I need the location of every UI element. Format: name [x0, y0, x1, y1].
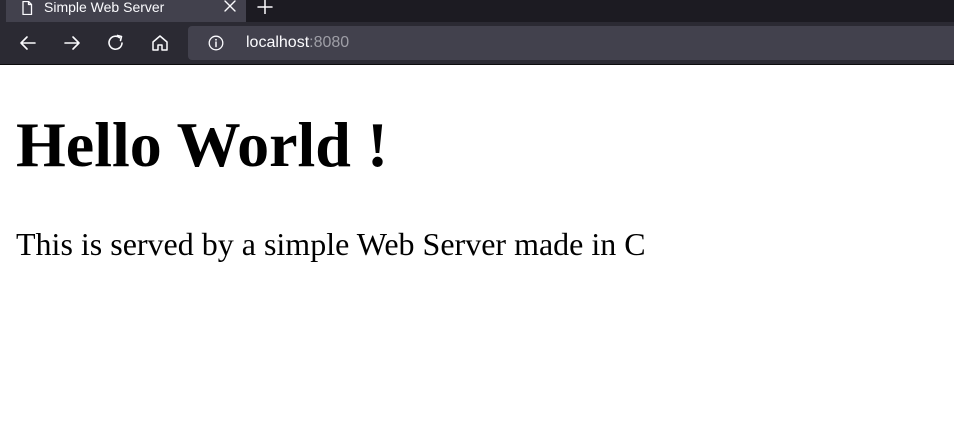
back-arrow-icon[interactable] — [17, 32, 39, 54]
plus-icon[interactable] — [257, 0, 273, 15]
tab-title: Simple Web Server — [44, 0, 165, 15]
tab-strip: Simple Web Server — [0, 0, 954, 22]
page-heading: Hello World ! — [16, 109, 389, 180]
info-icon[interactable] — [208, 35, 224, 51]
url-port: :8080 — [309, 34, 350, 51]
url-text[interactable]: localhost:8080 — [246, 26, 349, 60]
home-icon[interactable] — [149, 32, 171, 54]
url-host: localhost — [246, 34, 310, 51]
url-bar[interactable]: localhost:8080 — [188, 26, 954, 60]
navigation-toolbar: localhost:8080 — [0, 22, 954, 65]
document-icon — [20, 0, 34, 16]
reload-icon[interactable] — [105, 32, 127, 54]
page-paragraph: This is served by a simple Web Server ma… — [16, 226, 646, 262]
tab-simple-web-server[interactable]: Simple Web Server — [6, 0, 246, 22]
page-content: Hello World ! This is served by a simple… — [0, 65, 954, 421]
close-icon[interactable] — [223, 0, 237, 14]
browser-window: Simple Web Server localhost:8080 Hello W… — [0, 0, 954, 421]
forward-arrow-icon[interactable] — [61, 32, 83, 54]
